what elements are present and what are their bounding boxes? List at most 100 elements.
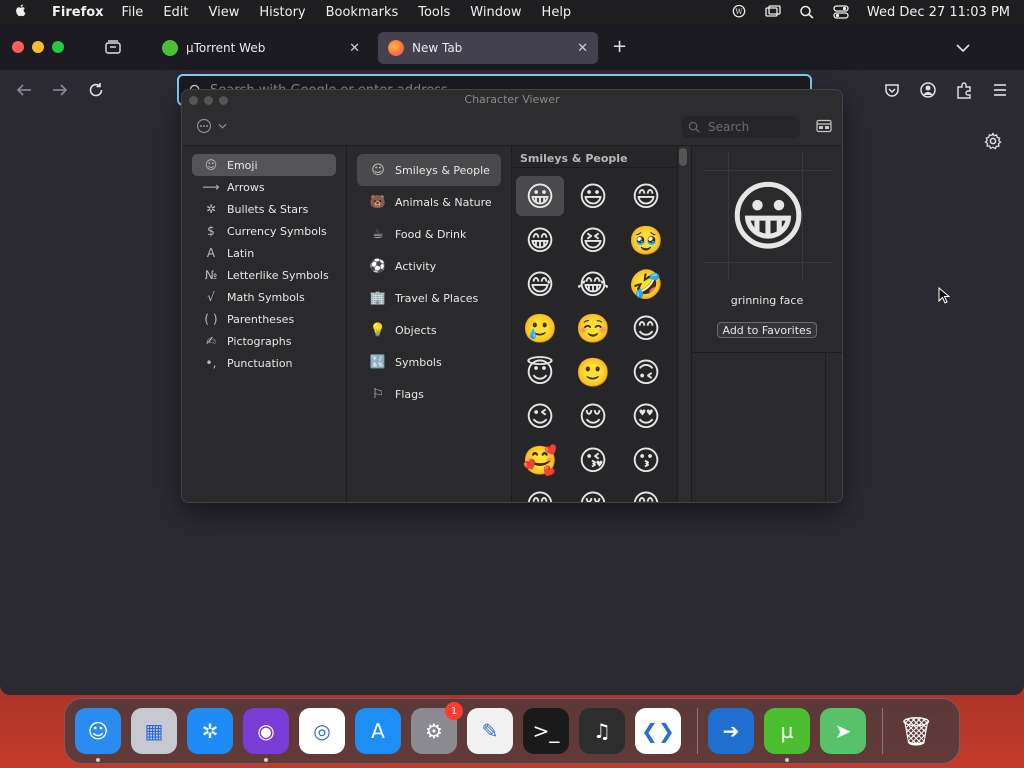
chrome-icon[interactable]: ◎: [299, 708, 345, 754]
emoji-cell[interactable]: 😃: [569, 176, 617, 216]
vscode-icon[interactable]: ❮❯: [635, 708, 681, 754]
emoji-cell[interactable]: 😂: [569, 264, 617, 304]
emoji-cell[interactable]: 😄: [622, 176, 670, 216]
close-tab-icon[interactable]: ✕: [577, 41, 588, 56]
subcategory-smileys-people[interactable]: ☺ Smileys & People: [357, 154, 501, 186]
launchpad-icon[interactable]: ▦: [131, 708, 177, 754]
add-to-favorites-button[interactable]: Add to Favorites: [717, 322, 817, 338]
close-window-button[interactable]: [12, 41, 24, 53]
scrollbar-thumb[interactable]: [679, 148, 687, 166]
emoji-cell[interactable]: 😆: [569, 220, 617, 260]
emoji-cell[interactable]: 🙂: [569, 352, 617, 392]
wordpress-status-icon[interactable]: W: [731, 4, 747, 19]
lightbulb-icon: 💡: [369, 322, 387, 338]
menu-edit[interactable]: Edit: [163, 5, 188, 20]
apple-menu-icon[interactable]: [14, 2, 30, 22]
back-arrow-icon[interactable]: [15, 81, 33, 99]
emoji-cell[interactable]: ☺️: [569, 308, 617, 348]
character-viewer-titlebar[interactable]: Character Viewer: [182, 90, 842, 110]
safari-icon[interactable]: ✲: [187, 708, 233, 754]
subcategory-travel-places[interactable]: 🏢 Travel & Places: [357, 282, 501, 314]
category-punctuation[interactable]: •, Punctuation: [192, 352, 336, 374]
emoji-cell[interactable]: 😙: [516, 484, 564, 503]
zoom-window-button[interactable]: [52, 41, 64, 53]
emoji-cell[interactable]: 😗: [622, 440, 670, 480]
emoji-cell[interactable]: 😀: [516, 176, 564, 216]
emoji-cell[interactable]: 😚: [569, 484, 617, 503]
system-settings-icon[interactable]: ⚙ 1: [411, 702, 463, 754]
subcategory-flags[interactable]: ⚐ Flags: [357, 378, 501, 410]
menu-bookmarks[interactable]: Bookmarks: [326, 5, 399, 20]
emoji-cell[interactable]: 😍: [622, 396, 670, 436]
tab-utorrent-web[interactable]: µTorrent Web ✕: [152, 32, 370, 64]
menu-view[interactable]: View: [209, 5, 240, 20]
emoji-cell[interactable]: 🥰: [516, 440, 564, 480]
account-icon[interactable]: [919, 81, 937, 99]
chevron-down-icon[interactable]: [955, 38, 971, 57]
trash-icon[interactable]: 🗑: [893, 708, 939, 754]
textedit-icon[interactable]: ✎: [467, 708, 513, 754]
terminal-icon[interactable]: >_: [523, 708, 569, 754]
subcategory-objects[interactable]: 💡 Objects: [357, 314, 501, 346]
bear-icon: 🐻: [369, 194, 387, 210]
firefox-favicon-icon: [388, 40, 404, 56]
minimize-window-button[interactable]: [32, 41, 44, 53]
category-parentheses[interactable]: ( ) Parentheses: [192, 308, 336, 330]
emoji-cell[interactable]: 😋: [622, 484, 670, 503]
menu-history[interactable]: History: [259, 5, 305, 20]
menu-help[interactable]: Help: [542, 5, 572, 20]
app-menu-firefox[interactable]: Firefox: [52, 5, 104, 20]
collapse-view-icon[interactable]: [816, 118, 832, 133]
category-pictographs[interactable]: ✍ Pictographs: [192, 330, 336, 352]
category-letterlike-symbols[interactable]: № Letterlike Symbols: [192, 264, 336, 286]
hamburger-menu-icon[interactable]: [991, 81, 1009, 99]
menu-tools[interactable]: Tools: [418, 5, 450, 20]
firefox-view-icon[interactable]: [104, 39, 122, 55]
action-menu-button[interactable]: [196, 118, 227, 134]
category-latin[interactable]: A Latin: [192, 242, 336, 264]
emoji-cell[interactable]: 😅: [516, 264, 564, 304]
firefox-icon[interactable]: ◉: [243, 708, 289, 762]
subcategory-activity[interactable]: ⚽ Activity: [357, 250, 501, 282]
screen-mirroring-icon[interactable]: [765, 5, 781, 19]
new-tab-settings-gear-icon[interactable]: [984, 132, 1002, 150]
subcategory-symbols[interactable]: 🔣 Symbols: [357, 346, 501, 378]
menu-bar-clock[interactable]: Wed Dec 27 11:03 PM: [867, 5, 1010, 20]
menu-file[interactable]: File: [122, 5, 144, 20]
pocket-icon[interactable]: [883, 81, 901, 99]
emoji-cell[interactable]: 😇: [516, 352, 564, 392]
emoji-cell[interactable]: 🥲: [516, 308, 564, 348]
spotlight-search-icon[interactable]: [799, 5, 815, 19]
emoji-cell[interactable]: 🙃: [622, 352, 670, 392]
subcategory-food-drink[interactable]: ☕ Food & Drink: [357, 218, 501, 250]
tab-new-tab[interactable]: New Tab ✕: [378, 32, 598, 64]
emoji-cell[interactable]: 🤣: [622, 264, 670, 304]
extensions-icon[interactable]: [955, 81, 973, 99]
close-tab-icon[interactable]: ✕: [349, 41, 360, 56]
utorrent-dock-icon[interactable]: µ: [764, 708, 810, 762]
menu-window[interactable]: Window: [470, 5, 521, 20]
app-store-icon[interactable]: A: [355, 708, 401, 754]
finder-icon[interactable]: ☺: [75, 708, 121, 762]
forward-arrow-icon[interactable]: [51, 81, 69, 99]
category-arrows[interactable]: ⟶ Arrows: [192, 176, 336, 198]
emoji-cell[interactable]: 😊: [622, 308, 670, 348]
control-center-icon[interactable]: [833, 5, 849, 19]
character-search-field[interactable]: Search: [682, 116, 800, 138]
emoji-grid-scrollbar[interactable]: [677, 146, 691, 502]
subcategory-animals-nature[interactable]: 🐻 Animals & Nature: [357, 186, 501, 218]
emoji-cell[interactable]: 😌: [569, 396, 617, 436]
migration-assistant-icon[interactable]: ➔: [708, 708, 754, 754]
new-tab-button[interactable]: +: [612, 36, 627, 57]
emoji-cell[interactable]: 😉: [516, 396, 564, 436]
category-currency-symbols[interactable]: $ Currency Symbols: [192, 220, 336, 242]
category-bullets-stars[interactable]: ✲ Bullets & Stars: [192, 198, 336, 220]
emoji-cell[interactable]: 😘: [569, 440, 617, 480]
garageband-icon[interactable]: ♫: [579, 708, 625, 754]
category-math-symbols[interactable]: √ Math Symbols: [192, 286, 336, 308]
reload-icon[interactable]: [87, 81, 105, 99]
category-emoji[interactable]: ☺ Emoji: [192, 154, 336, 176]
emoji-cell[interactable]: 😁: [516, 220, 564, 260]
maps-icon[interactable]: ➤: [820, 708, 866, 754]
emoji-cell[interactable]: 🥹: [622, 220, 670, 260]
